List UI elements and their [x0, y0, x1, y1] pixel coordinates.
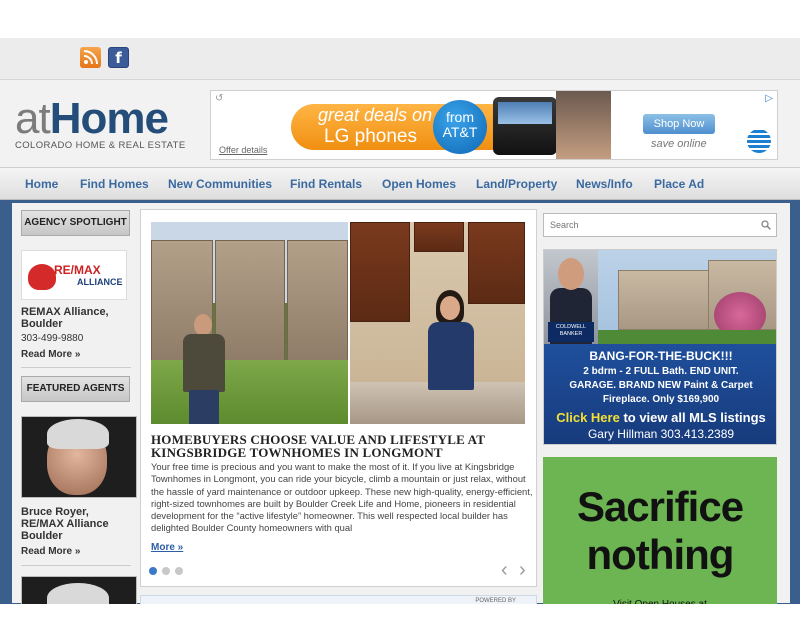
divider [21, 367, 131, 368]
phone-user-image [556, 91, 611, 159]
realtor-ad-line2: 2 bdrm - 2 FULL Bath. END UNIT. [583, 366, 739, 377]
nav-land-property[interactable]: Land/Property [476, 177, 557, 191]
adchoices-icon[interactable]: ▷ [765, 93, 773, 104]
remax-balloon-icon [28, 264, 56, 290]
search-input[interactable] [543, 213, 777, 237]
slide-dot-2[interactable] [162, 567, 170, 575]
realtor-contact: Gary Hillman 303.413.2389 [587, 427, 735, 441]
prev-arrow-icon[interactable]: ‹ [501, 560, 508, 580]
logo-home: Home [49, 94, 169, 143]
refresh-icon[interactable]: ↺ [215, 93, 223, 104]
ad-line1: great deals on [318, 105, 433, 125]
offer-details-link[interactable]: Offer details [219, 145, 267, 155]
realtor-ad[interactable]: COLDWELL BANKER BANG-FOR-THE-BUCK!!! 2 b… [543, 249, 777, 445]
content-panel: AGENCY SPOTLIGHT RE/MAX ALLIANCE REMAX A… [12, 203, 790, 607]
rss-icon[interactable] [80, 47, 101, 68]
realtor-ad-line3: GARAGE. BRAND NEW Paint & Carpet [569, 380, 753, 391]
story-body: Your free time is precious and you want … [151, 461, 533, 534]
click-here-rest: to view all MLS listings [619, 410, 766, 425]
realtor-ad-line4: Fireplace. Only $169,900 [602, 394, 720, 405]
ad-line2: LG phones [324, 126, 417, 147]
att-brand: AT&T [442, 124, 478, 140]
att-badge: from AT&T [433, 100, 487, 154]
agent-name[interactable]: Bruce Royer, RE/MAX Alliance Boulder [21, 506, 131, 542]
slide-dot-1[interactable] [149, 567, 157, 575]
nav-home[interactable]: Home [25, 177, 58, 191]
nav-find-homes[interactable]: Find Homes [80, 177, 149, 191]
divider [21, 565, 131, 566]
nav-find-rentals[interactable]: Find Rentals [290, 177, 362, 191]
realtor-ad-click-here[interactable]: Click Here to view all MLS listings [544, 410, 776, 425]
story-headline[interactable]: HOMEBUYERS CHOOSE VALUE AND LIFESTYLE AT… [151, 433, 531, 459]
agency-logo-text: RE/MAX [54, 263, 101, 277]
bottom-white-band [0, 604, 800, 640]
banner-ad[interactable]: ↺ ▷ great deals on LG phones from AT&T S… [210, 90, 778, 160]
realtor-photo: COLDWELL BANKER [544, 250, 598, 344]
coldwell-banker-badge: COLDWELL BANKER [548, 322, 594, 342]
sacrifice-ad-line2: nothing [586, 531, 735, 578]
main-area: AGENCY SPOTLIGHT RE/MAX ALLIANCE REMAX A… [0, 200, 800, 640]
agency-logo[interactable]: RE/MAX ALLIANCE [21, 250, 127, 300]
next-arrow-icon[interactable]: › [519, 560, 526, 580]
ad-subtext: save online [651, 138, 707, 150]
site-header: atHome COLORADO HOME & REAL ESTATE ↺ ▷ g… [0, 80, 800, 168]
agent-read-more-link[interactable]: Read More » [21, 546, 80, 557]
story-more-link[interactable]: More » [151, 542, 183, 553]
nav-news-info[interactable]: News/Info [576, 177, 633, 191]
slide-dot-3[interactable] [175, 567, 183, 575]
agent-photo-2[interactable] [21, 576, 137, 606]
shop-now-button[interactable]: Shop Now [643, 114, 715, 134]
top-bar: f [0, 38, 800, 80]
realtor-ad-headline: BANG-FOR-THE-BUCK!!! [589, 349, 733, 363]
agency-spotlight-header: AGENCY SPOTLIGHT [21, 210, 130, 236]
nav-open-homes[interactable]: Open Homes [382, 177, 456, 191]
search-icon[interactable] [761, 220, 771, 230]
agency-read-more-link[interactable]: Read More » [21, 349, 80, 360]
nav-place-ad[interactable]: Place Ad [654, 177, 704, 191]
agent-photo[interactable] [21, 416, 137, 498]
house-photo [598, 250, 776, 344]
phone-image [493, 97, 557, 155]
facebook-glyph: f [115, 48, 122, 67]
click-here-text[interactable]: Click Here [556, 410, 620, 425]
logo-tagline: COLORADO HOME & REAL ESTATE [15, 140, 186, 151]
sacrifice-ad-line1: Sacrifice [576, 483, 744, 530]
featured-story: HOMEBUYERS CHOOSE VALUE AND LIFESTYLE AT… [140, 209, 537, 587]
kitchen-photo[interactable] [350, 222, 525, 424]
facebook-icon[interactable]: f [108, 47, 129, 68]
page: f atHome COLORADO HOME & REAL ESTATE ↺ ▷… [0, 0, 800, 640]
agency-name[interactable]: REMAX Alliance, Boulder [21, 306, 129, 330]
att-from: from [446, 109, 474, 125]
logo-at: at [15, 94, 51, 143]
nav-new-communities[interactable]: New Communities [168, 177, 272, 191]
sacrifice-nothing-ad[interactable]: Sacrifice nothing Visit Open Houses at [543, 457, 777, 607]
agency-phone: 303-499-9880 [21, 333, 84, 344]
main-nav: Home Find Homes New Communities Find Ren… [0, 168, 800, 200]
att-globe-icon [747, 129, 771, 153]
featured-agents-header: FEATURED AGENTS [21, 376, 130, 402]
site-logo[interactable]: atHome COLORADO HOME & REAL ESTATE [15, 97, 195, 152]
agency-logo-sub: ALLIANCE [77, 277, 123, 287]
realtor-ad-text-panel: BANG-FOR-THE-BUCK!!! 2 bdrm - 2 FULL Bat… [544, 344, 776, 444]
townhomes-photo[interactable] [151, 222, 348, 424]
